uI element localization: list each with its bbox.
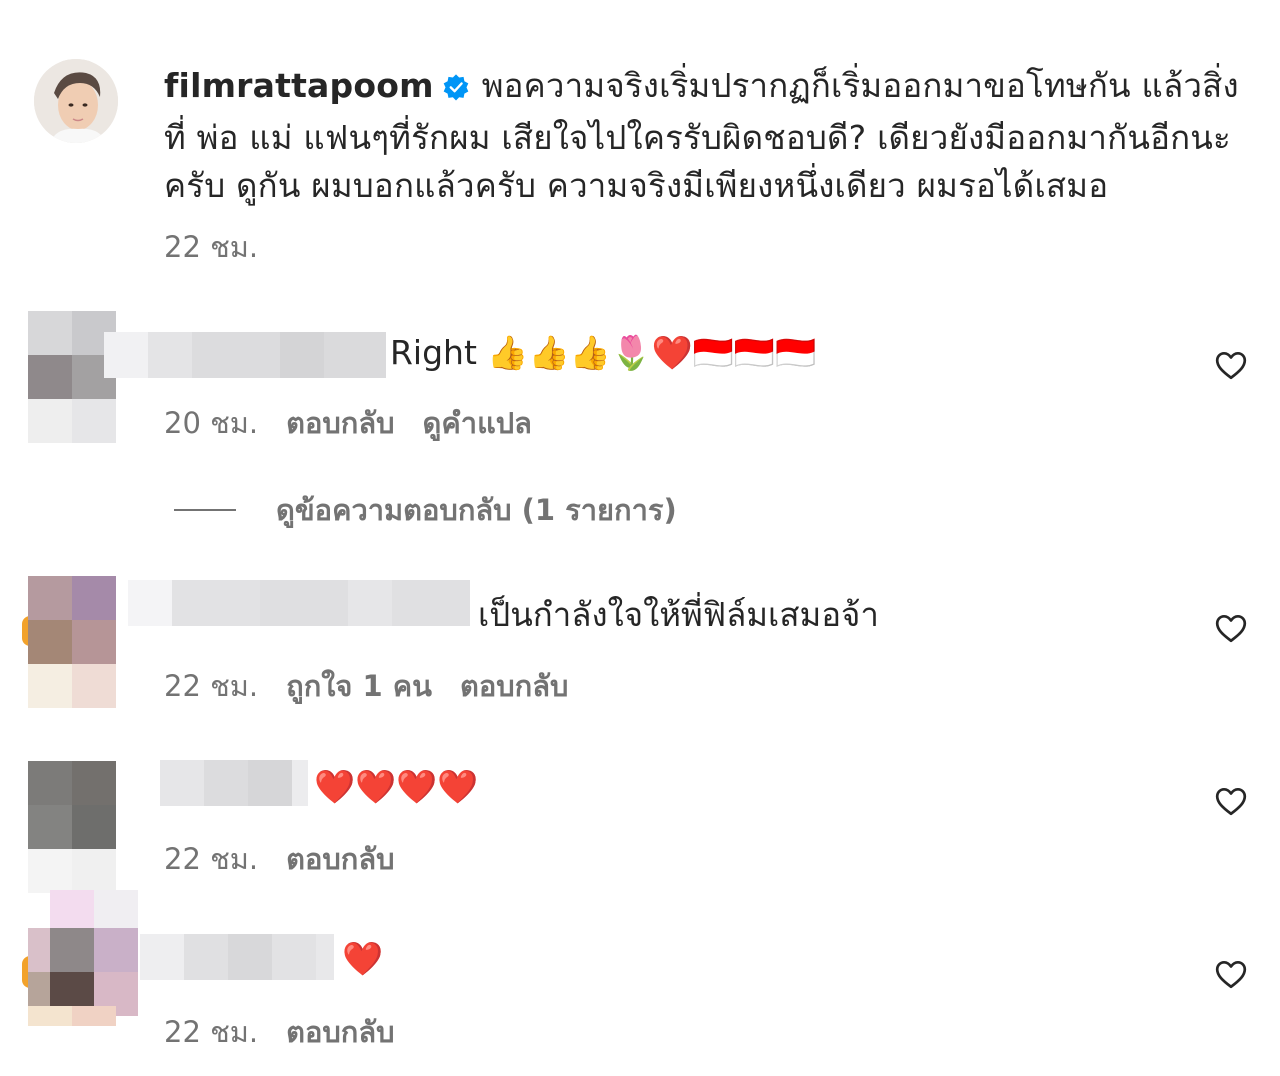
post-author-avatar[interactable] (34, 59, 118, 143)
commenter-avatar-blurred[interactable] (28, 311, 116, 443)
reply-button[interactable]: ตอบกลับ (460, 669, 568, 703)
heart-outline-icon[interactable] (1213, 783, 1249, 819)
commenter-username-blurred[interactable] (140, 934, 334, 980)
heart-outline-icon[interactable] (1213, 956, 1249, 992)
comment-meta: 22 ชม. ตอบกลับ (164, 1009, 395, 1055)
comment-timestamp: 22 ชม. (164, 842, 259, 876)
comment-timestamp: 22 ชม. (164, 669, 259, 703)
commenter-username-blurred[interactable] (104, 332, 386, 378)
heart-outline-icon[interactable] (1213, 610, 1249, 646)
commenter-avatar-blurred[interactable] (22, 890, 138, 1032)
comment-timestamp: 22 ชม. (164, 1015, 259, 1049)
post-username[interactable]: filmrattapoom (164, 66, 434, 105)
comment-text: ❤️ (342, 939, 384, 978)
post-caption: filmrattapoom พอความจริงเริ่มปรากฏก็เริ่ม… (164, 62, 1254, 210)
heart-outline-icon[interactable] (1213, 347, 1249, 383)
comment-timestamp: 20 ชม. (164, 406, 259, 440)
comment-meta: 20 ชม. ตอบกลับ ดูคำแปล (164, 400, 532, 446)
commenter-avatar-blurred[interactable] (22, 576, 116, 708)
view-replies-label: ดูข้อความตอบกลับ (1 รายการ) (276, 493, 677, 527)
verified-badge-icon (442, 66, 470, 114)
see-translation-button[interactable]: ดูคำแปล (423, 406, 532, 440)
reply-button[interactable]: ตอบกลับ (286, 1015, 394, 1049)
comment-text: เป็นกำลังใจให้พี่ฟิล์มเสมอจ้า (478, 595, 879, 634)
comment-meta: 22 ชม. ถูกใจ 1 คน ตอบกลับ (164, 663, 568, 709)
comment-text: Right 👍👍👍🌷❤️🇮🇩🇮🇩🇮🇩 (390, 333, 817, 372)
avatar-photo (34, 59, 118, 143)
reply-button[interactable]: ตอบกลับ (286, 406, 394, 440)
comment-meta: 22 ชม. ตอบกลับ (164, 836, 395, 882)
commenter-avatar-blurred[interactable] (28, 761, 116, 893)
likes-count-button[interactable]: ถูกใจ 1 คน (286, 669, 432, 703)
view-replies-button[interactable]: ดูข้อความตอบกลับ (1 รายการ) (174, 492, 677, 528)
post-timestamp: 22 ชม. (164, 230, 259, 264)
post-caption-block: filmrattapoom พอความจริงเริ่มปรากฏก็เริ่ม… (164, 62, 1254, 210)
commenter-username-blurred[interactable] (160, 760, 308, 806)
commenter-username-blurred[interactable] (128, 580, 470, 626)
comment-text: ❤️❤️❤️❤️ (314, 767, 479, 806)
reply-button[interactable]: ตอบกลับ (286, 842, 394, 876)
replies-divider (174, 509, 236, 511)
